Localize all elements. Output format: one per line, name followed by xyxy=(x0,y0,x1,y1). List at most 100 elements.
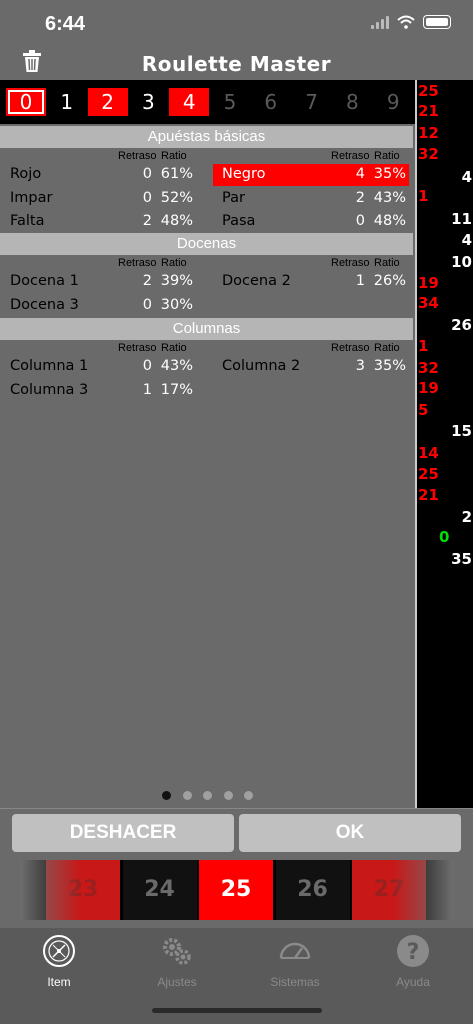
strip-number-4[interactable]: 4 xyxy=(169,88,210,116)
bet-ratio: 35% xyxy=(373,358,406,374)
wifi-icon xyxy=(397,15,415,29)
signal-icon xyxy=(371,15,389,29)
home-indicator xyxy=(152,1008,322,1013)
number-strip[interactable]: 0123456789 xyxy=(0,80,415,124)
col-header-delay: Retraso xyxy=(331,150,370,162)
bet-name: Negro xyxy=(222,166,266,182)
bet-delay: 0 xyxy=(142,296,152,313)
tab-item[interactable]: Item xyxy=(0,928,118,989)
bet-name: Docena 2 xyxy=(222,273,291,289)
history-number: 2 xyxy=(461,508,472,526)
strip-number-1[interactable]: 1 xyxy=(47,88,87,116)
page-dot[interactable] xyxy=(244,791,253,800)
wheel-number-26[interactable]: 26 xyxy=(275,860,350,920)
history-number: 19 xyxy=(418,274,439,292)
bet-delay: 4 xyxy=(355,166,365,182)
history-number: 10 xyxy=(451,253,472,271)
strip-number-5[interactable]: 5 xyxy=(210,88,250,116)
tab-label: Ayuda xyxy=(396,975,430,989)
bet-name: Columna 2 xyxy=(222,358,301,374)
strip-number-7[interactable]: 7 xyxy=(292,88,332,116)
bet-name: Pasa xyxy=(222,213,256,229)
tab-label: Item xyxy=(47,975,71,989)
wheel-number-25[interactable]: 25 xyxy=(199,860,273,920)
status-time: 6:44 xyxy=(45,13,86,35)
bet-delay: 0 xyxy=(142,166,152,182)
section-columns-title: Columnas xyxy=(0,318,413,340)
bet-ratio: 17% xyxy=(160,381,193,398)
bet-ratio: 43% xyxy=(373,189,406,206)
bet-name: Docena 3 xyxy=(10,296,79,313)
strip-number-8[interactable]: 8 xyxy=(332,88,372,116)
tab-sistemas[interactable]: Sistemas xyxy=(236,928,354,989)
wheel-number-23[interactable]: 23 xyxy=(46,860,120,920)
history-number: 14 xyxy=(418,444,439,462)
bet-delay: 0 xyxy=(142,358,152,374)
bet-name: Par xyxy=(222,189,245,206)
bet-delay: 2 xyxy=(142,273,152,289)
history-number: 25 xyxy=(418,465,439,483)
history-number: 32 xyxy=(418,145,439,163)
col-header-delay: Retraso xyxy=(118,342,157,354)
page-dot[interactable] xyxy=(223,791,233,800)
page-dot[interactable] xyxy=(203,791,212,800)
bet-delay: 0 xyxy=(355,213,365,229)
ok-button[interactable]: OK xyxy=(239,814,461,852)
history-number: 25 xyxy=(418,82,439,100)
bet-ratio: 48% xyxy=(160,213,193,229)
wheel-number-27[interactable]: 27 xyxy=(352,860,426,920)
bet-ratio: 48% xyxy=(373,213,406,229)
divider xyxy=(0,808,473,809)
bet-ratio: 30% xyxy=(160,296,193,313)
history-number: 1 xyxy=(418,337,429,355)
strip-number-6[interactable]: 6 xyxy=(251,88,291,116)
col-header-delay: Retraso xyxy=(331,257,370,269)
tab-label: Ajustes xyxy=(157,975,197,989)
history-number: 15 xyxy=(451,422,472,440)
strip-number-3[interactable]: 3 xyxy=(128,88,168,116)
col-header-ratio: Ratio xyxy=(161,342,187,354)
section-dozens-title: Docenas xyxy=(0,233,413,255)
strip-number-9[interactable]: 9 xyxy=(373,88,413,116)
bet-ratio: 35% xyxy=(373,166,406,182)
col-header-ratio: Ratio xyxy=(374,257,400,269)
history-number: 4 xyxy=(461,231,472,249)
bet-delay: 3 xyxy=(355,358,365,374)
bet-name: Columna 3 xyxy=(10,381,89,398)
undo-button[interactable]: DESHACER xyxy=(12,814,234,852)
bet-name: Columna 1 xyxy=(10,358,89,374)
tab-ayuda[interactable]: ? Ayuda xyxy=(354,928,472,989)
section-basic-title: Apuéstas básicas xyxy=(0,126,413,148)
page-dot[interactable] xyxy=(162,791,171,800)
bet-name: Docena 1 xyxy=(10,273,79,289)
help-icon: ? xyxy=(397,935,429,967)
page-title: Roulette Master xyxy=(141,52,332,76)
bet-delay: 2 xyxy=(355,189,365,206)
col-header-delay: Retraso xyxy=(118,150,157,162)
bet-delay: 1 xyxy=(355,273,365,289)
history-number: 19 xyxy=(418,379,439,397)
strip-number-0[interactable]: 0 xyxy=(6,88,46,116)
bet-ratio: 61% xyxy=(160,166,193,182)
tab-ajustes[interactable]: Ajustes xyxy=(118,928,236,989)
col-header-ratio: Ratio xyxy=(374,342,400,354)
bet-delay: 2 xyxy=(142,213,152,229)
bet-delay: 0 xyxy=(142,189,152,206)
wheel-number-24[interactable]: 24 xyxy=(122,860,197,920)
history-number: 35 xyxy=(451,550,472,568)
bet-delay: 1 xyxy=(142,381,152,398)
history-number: 4 xyxy=(461,168,472,186)
gauge-icon xyxy=(279,942,311,959)
history-number: 5 xyxy=(418,401,429,419)
history-number: 21 xyxy=(418,486,439,504)
bet-name: Rojo xyxy=(10,166,42,182)
history-number: 21 xyxy=(418,102,439,120)
number-wheel-picker[interactable]: 23 24 25 26 27 xyxy=(20,860,453,920)
page-dot[interactable] xyxy=(182,791,192,800)
battery-icon xyxy=(423,15,451,29)
bet-name: Impar xyxy=(10,189,53,206)
col-header-ratio: Ratio xyxy=(374,150,400,162)
history-column: 25 21 12 32 4 1 11 4 10 19 34 26 1 32 19 5 15 14 25 21 2 0 35 xyxy=(415,80,473,808)
strip-number-2[interactable]: 2 xyxy=(87,88,128,116)
history-number: 11 xyxy=(451,210,472,228)
